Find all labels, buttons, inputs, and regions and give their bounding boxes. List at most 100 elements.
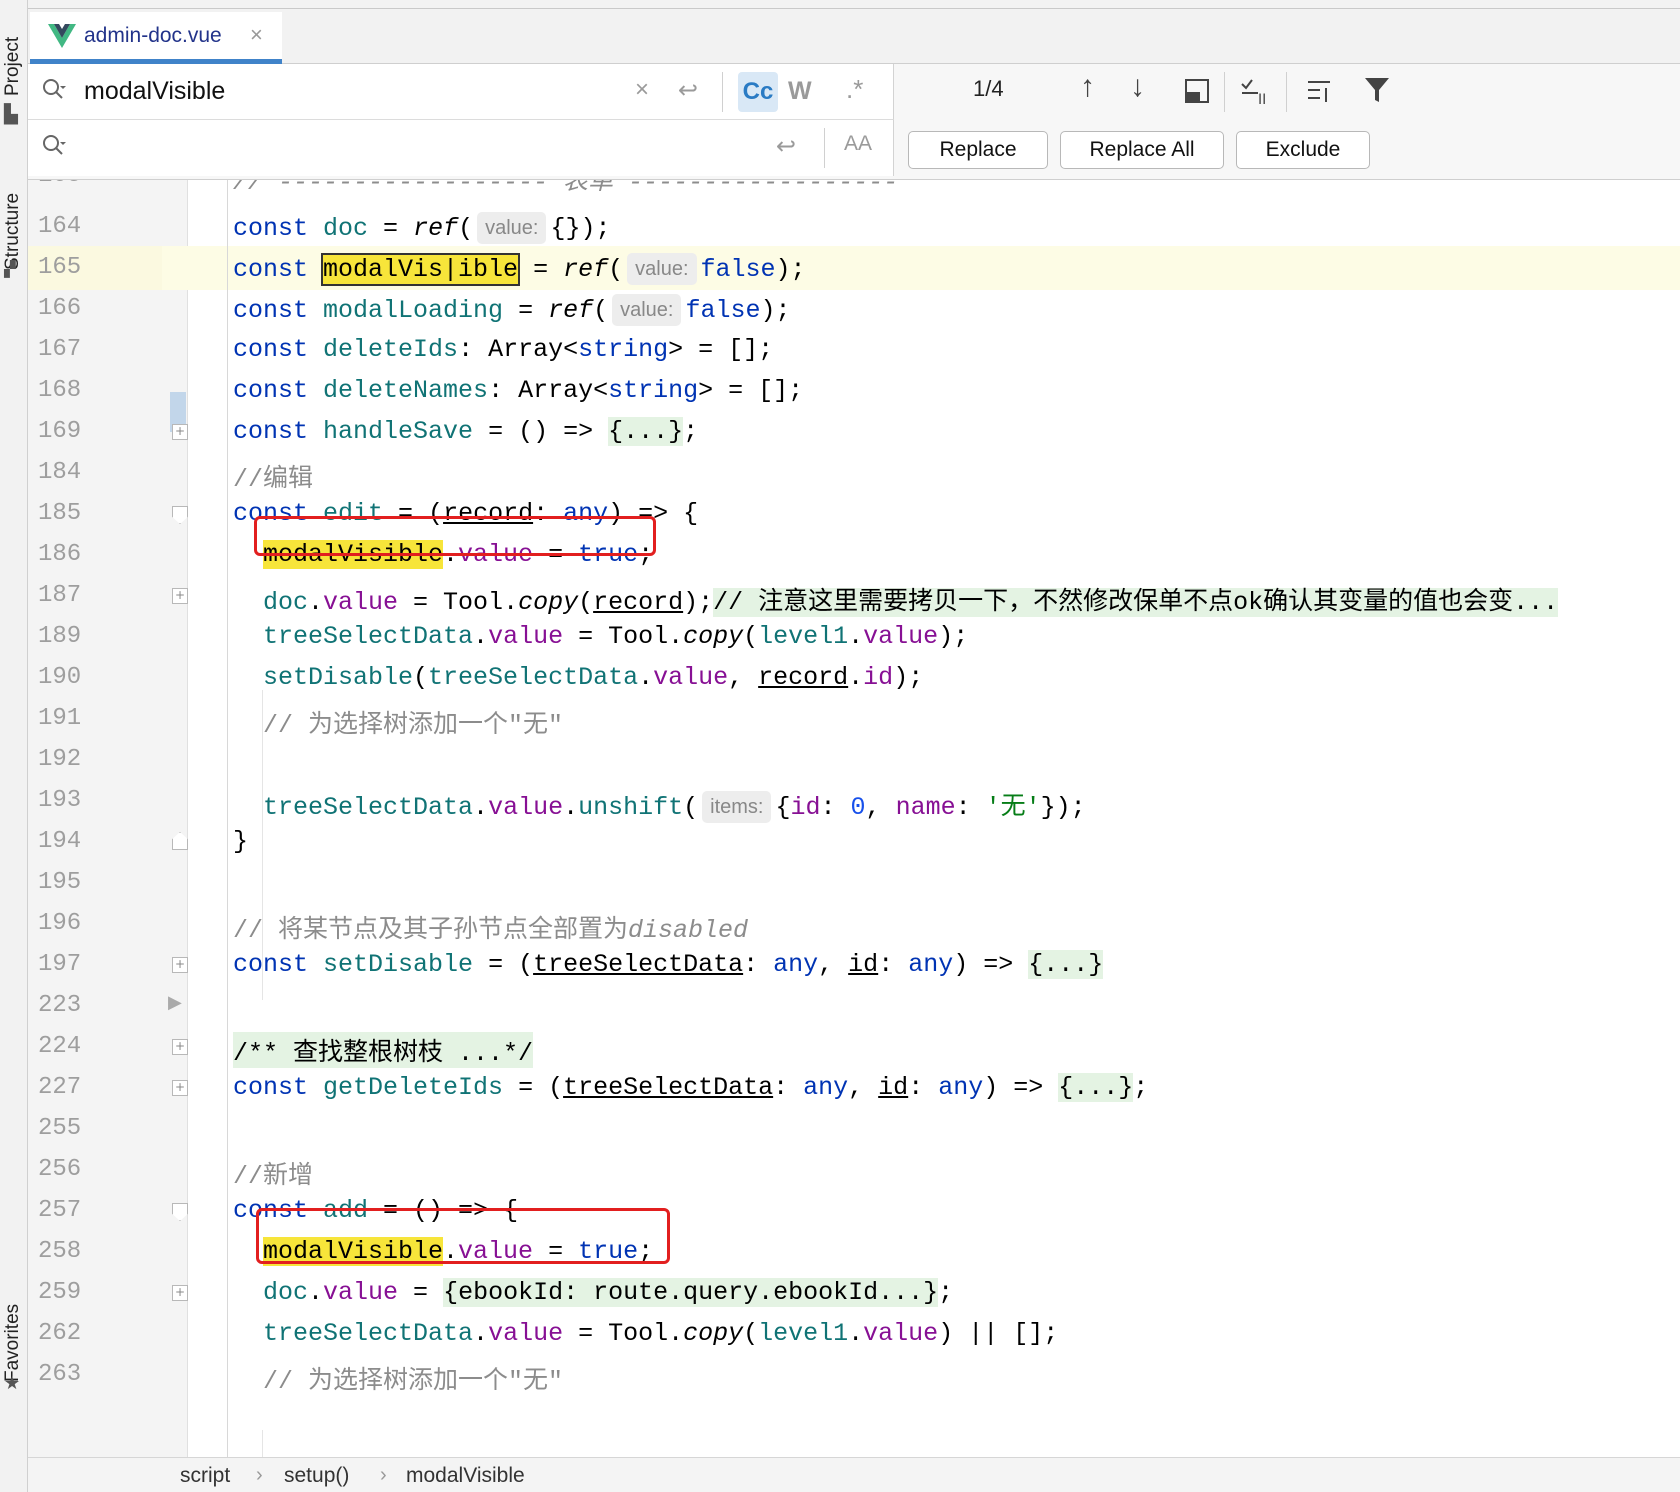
code-line: 262 treeSelectData.value = Tool.copy(lev… xyxy=(28,1312,1680,1356)
line-number: 255 xyxy=(38,1115,82,1142)
line-number: 190 xyxy=(38,664,82,691)
search-icon[interactable] xyxy=(42,134,66,158)
next-occurrence-icon[interactable]: ↓ xyxy=(1130,70,1145,104)
file-tab-admin-doc[interactable]: admin-doc.vue × xyxy=(30,12,282,64)
replace-row: ↩ AA xyxy=(28,120,894,176)
line-number: 263 xyxy=(38,1361,82,1388)
line-number: 187 xyxy=(38,582,82,609)
code-line: 197 + const setDisable = (treeSelectData… xyxy=(28,943,1680,987)
code-line: 195 xyxy=(28,861,1680,905)
fold-expand-icon[interactable]: + xyxy=(172,424,188,440)
line-number: 262 xyxy=(38,1320,82,1347)
code-line: 165 const modalVis|ible = ref(value: fals… xyxy=(28,246,1680,290)
param-hint: items: xyxy=(702,791,772,823)
in-selection-icon[interactable]: II xyxy=(1240,76,1272,106)
line-number: 197 xyxy=(38,951,82,978)
fold-expand-icon[interactable]: + xyxy=(172,957,188,973)
line-number: 191 xyxy=(38,705,82,732)
code-text: treeSelectData.value = Tool.copy(level1.… xyxy=(263,1319,1059,1348)
breadcrumb-item[interactable]: modalVisible xyxy=(406,1464,525,1488)
close-icon[interactable]: × xyxy=(250,22,263,48)
structure-tab-label: Structure xyxy=(2,192,23,270)
code-text: doc.value = {ebookId: route.query.ebookI… xyxy=(263,1278,954,1307)
comment: // ------------------ 表单 ---------------… xyxy=(233,180,899,197)
line-number: 192 xyxy=(38,746,82,773)
line-number: 166 xyxy=(38,295,82,322)
code-line: 196 // 将某节点及其子孙节点全部置为disabled xyxy=(28,902,1680,946)
line-number: 165 xyxy=(38,254,82,281)
line-number: 224 xyxy=(38,1033,82,1060)
new-line-icon[interactable]: ↩ xyxy=(678,76,698,105)
comment: //编辑 xyxy=(233,465,314,494)
replace-all-button[interactable]: Replace All xyxy=(1060,131,1224,169)
code-text: const getDeleteIds = (treeSelectData: an… xyxy=(233,1073,1149,1102)
previous-occurrence-icon[interactable]: ↑ xyxy=(1080,70,1095,104)
string-literal: '无' xyxy=(985,793,1041,822)
line-number: 164 xyxy=(38,213,82,240)
structure-icon: ▞ xyxy=(4,261,16,278)
fold-collapse-icon[interactable] xyxy=(172,1203,188,1221)
exclude-button[interactable]: Exclude xyxy=(1236,131,1370,169)
filter-search-results-icon[interactable] xyxy=(1306,78,1334,104)
filter-icon[interactable] xyxy=(1364,76,1390,104)
code-line: 166 const modalLoading = ref(value: false… xyxy=(28,287,1680,331)
breadcrumb-item[interactable]: setup() xyxy=(284,1464,349,1488)
fold-collapse-icon[interactable] xyxy=(172,506,188,524)
code-line: 263 // 为选择树添加一个"无" xyxy=(28,1353,1680,1397)
line-number: 185 xyxy=(38,500,82,527)
line-number: 223 xyxy=(38,992,82,1019)
code-line: 256 //新增 xyxy=(28,1148,1680,1192)
comment: // 为选择树添加一个"无" xyxy=(263,711,564,740)
comment: disabled xyxy=(628,916,749,945)
svg-text:II: II xyxy=(1258,92,1266,106)
fold-expand-icon[interactable]: + xyxy=(172,1080,188,1096)
clear-search-icon[interactable]: × xyxy=(635,76,649,104)
divider xyxy=(1224,72,1225,112)
new-line-icon[interactable]: ↩ xyxy=(776,132,796,161)
folded-comment: // 注意这里需要拷贝一下，不然修改保单不点ok确认其变量的值也会变... xyxy=(713,588,1559,617)
find-input[interactable]: modalVisible xyxy=(84,77,225,106)
param-hint: value: xyxy=(627,253,697,285)
structure-tool-tab[interactable]: Structure ▞ xyxy=(0,160,28,290)
search-icon[interactable] xyxy=(42,78,66,102)
code-text: doc.value = Tool.copy(record);// 注意这里需要拷… xyxy=(263,588,1559,617)
annotation-box xyxy=(254,516,656,556)
fold-expand-icon[interactable]: + xyxy=(172,1039,188,1055)
code-text: treeSelectData.value.unshift(items: {id: … xyxy=(263,791,1086,823)
block-guide xyxy=(262,1430,263,1457)
breadcrumb-item[interactable]: script xyxy=(180,1464,230,1488)
code-line: 190 setDisable(treeSelectData.value, rec… xyxy=(28,656,1680,700)
whole-words-toggle[interactable]: W xyxy=(788,77,812,106)
code-line: 191 // 为选择树添加一个"无" xyxy=(28,697,1680,741)
line-number: 186 xyxy=(38,541,82,568)
match-case-toggle[interactable]: Cc xyxy=(738,72,778,112)
code-text: const deleteIds: Array<string> = []; xyxy=(233,335,774,364)
code-line: 164 const doc = ref(value: {}); xyxy=(28,205,1680,249)
code-line: 189 treeSelectData.value = Tool.copy(lev… xyxy=(28,615,1680,659)
top-divider xyxy=(28,8,1680,9)
line-number: 167 xyxy=(38,336,82,363)
code-line: 255 xyxy=(28,1107,1680,1151)
folded-doc-comment: /** 查找整根树枝 ...*/ xyxy=(233,1032,534,1068)
folder-icon: ▙ xyxy=(4,104,18,124)
comment: //新增 xyxy=(233,1162,314,1191)
code-line: 259 + doc.value = {ebookId: route.query.… xyxy=(28,1271,1680,1315)
regex-toggle[interactable]: .* xyxy=(846,74,863,105)
preserve-case-icon[interactable]: AA xyxy=(844,132,872,156)
code-line: 224 + /** 查找整根树枝 ...*/ xyxy=(28,1025,1680,1069)
code-line: 168 const deleteNames: Array<string> = [… xyxy=(28,369,1680,413)
line-number: 193 xyxy=(38,787,82,814)
code-text: const doc = ref(value: {}); xyxy=(233,212,611,244)
project-tool-tab[interactable]: Project ▙ xyxy=(0,0,28,130)
code-text: const setDisable = (treeSelectData: any,… xyxy=(233,950,1104,979)
code-text: // 将某节点及其子孙节点全部置为disabled xyxy=(233,909,748,945)
favorites-tab-label: Favorites xyxy=(2,1303,23,1382)
select-all-occurrences-icon[interactable] xyxy=(1184,78,1210,104)
code-editor[interactable]: ▶ 163 // ------------------ 表单 ---------… xyxy=(28,180,1680,1457)
replace-button[interactable]: Replace xyxy=(908,131,1048,169)
favorites-tool-tab[interactable]: Favorites ★ xyxy=(0,1240,28,1400)
fold-expand-icon[interactable]: + xyxy=(172,588,188,604)
fold-expand-icon[interactable]: + xyxy=(172,1285,188,1301)
fold-collapse-icon[interactable] xyxy=(172,832,188,850)
code-text: const modalLoading = ref(value: false); xyxy=(233,294,791,326)
